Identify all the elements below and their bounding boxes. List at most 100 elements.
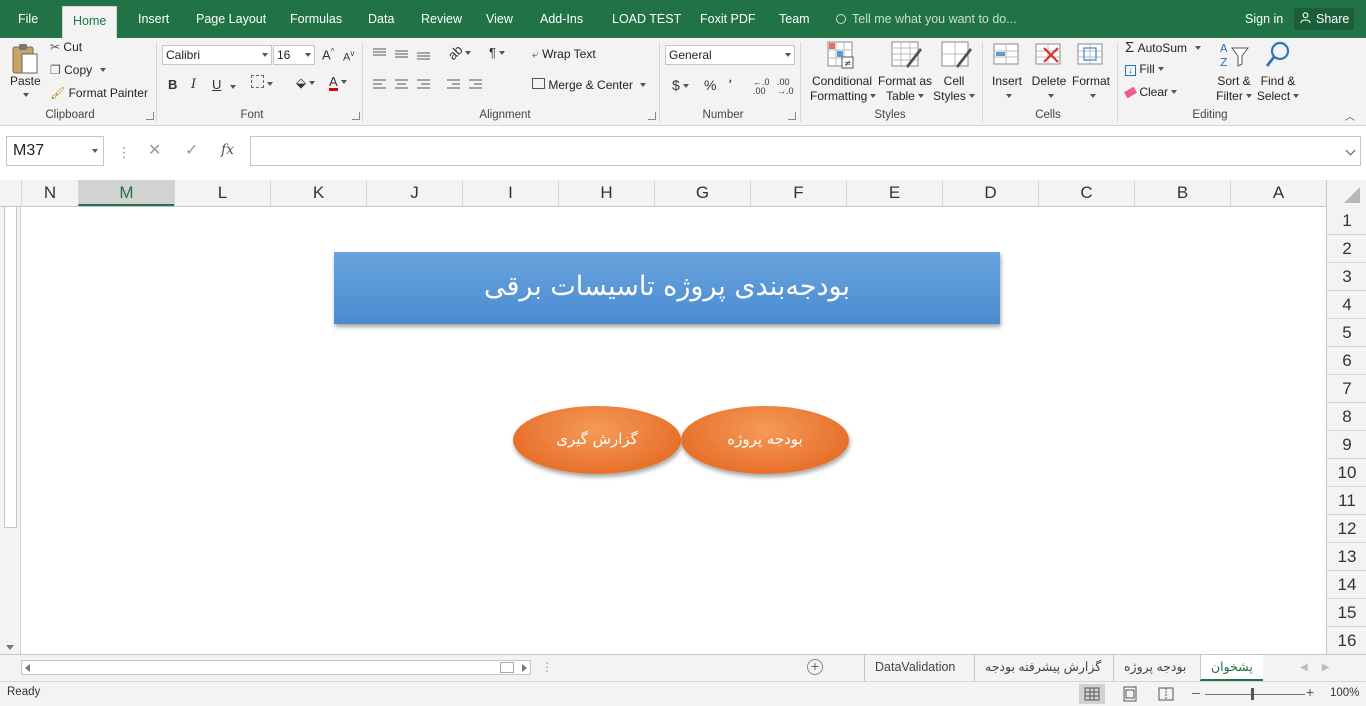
zoom-in-button[interactable]: + (1306, 684, 1314, 700)
sheet-nav-arrows-icon[interactable]: ◀▶ (1300, 662, 1343, 673)
paste-dropdown[interactable] (20, 88, 29, 102)
tab-team[interactable]: Team (769, 0, 820, 38)
horizontal-scrollbar[interactable] (21, 660, 531, 675)
currency-button[interactable]: $ (672, 77, 689, 93)
format-button[interactable]: Format (1070, 74, 1112, 104)
row-header[interactable]: 15 (1327, 599, 1366, 627)
sheet-tab-project-budget[interactable]: بودجه پروژه (1113, 655, 1196, 681)
font-family-combo[interactable]: Calibri (162, 45, 272, 65)
row-header[interactable]: 9 (1327, 431, 1366, 459)
number-format-combo[interactable]: General (665, 45, 795, 65)
column-header-f[interactable]: F (750, 180, 846, 206)
row-header[interactable]: 5 (1327, 319, 1366, 347)
column-header-h[interactable]: H (558, 180, 654, 206)
row-header[interactable]: 13 (1327, 543, 1366, 571)
name-box[interactable]: M37 (6, 136, 104, 166)
insert-function-icon[interactable]: fx (221, 142, 234, 158)
cell-styles-button[interactable]: Cell Styles (932, 74, 976, 104)
indent-icons[interactable] (446, 78, 486, 92)
comma-button[interactable]: ٬ (728, 77, 732, 94)
row-header[interactable]: 14 (1327, 571, 1366, 599)
format-painter-button[interactable]: 🖌 Format Painter (50, 86, 148, 100)
clear-button[interactable]: Clear (1123, 85, 1178, 99)
paste-button[interactable]: Paste (10, 74, 41, 88)
grow-font-button[interactable]: A^ (322, 47, 334, 62)
tab-home[interactable]: Home (62, 6, 118, 38)
zoom-slider[interactable] (1205, 694, 1305, 695)
sheet-tab-datavalidation[interactable]: DataValidation (864, 655, 965, 681)
underline-button[interactable]: U (212, 77, 221, 92)
page-break-view-button[interactable] (1153, 684, 1179, 704)
column-header-d[interactable]: D (942, 180, 1038, 206)
row-header[interactable]: 7 (1327, 375, 1366, 403)
column-header-c[interactable]: C (1038, 180, 1134, 206)
decrease-decimal-button[interactable]: .00 →.0 (777, 78, 794, 96)
project-budget-button[interactable]: بودجه پروژه (681, 406, 849, 474)
tell-me-search[interactable]: Tell me what you want to do... (836, 0, 1017, 38)
tab-file[interactable]: File (8, 0, 48, 38)
scroll-right-icon[interactable] (522, 664, 527, 672)
scroll-down-icon[interactable] (6, 645, 14, 650)
tab-foxit-pdf[interactable]: Foxit PDF (690, 0, 766, 38)
fill-button[interactable]: ↓ Fill (1125, 62, 1164, 76)
clipboard-launcher-icon[interactable] (146, 112, 154, 120)
zoom-out-button[interactable]: – (1192, 684, 1200, 700)
scroll-left-icon[interactable] (25, 664, 30, 672)
sheet-tab-dashboard[interactable]: پشخوان (1200, 655, 1263, 681)
borders-button[interactable] (251, 75, 273, 91)
orientation-button[interactable]: ab (445, 42, 472, 63)
vertical-scrollbar[interactable] (0, 180, 21, 654)
sign-in-link[interactable]: Sign in (1245, 0, 1283, 38)
find-select-button[interactable]: Find & Select (1256, 74, 1300, 104)
underline-dropdown[interactable] (227, 80, 236, 94)
row-header[interactable]: 3 (1327, 263, 1366, 291)
row-header[interactable]: 6 (1327, 347, 1366, 375)
tab-add-ins[interactable]: Add-Ins (530, 0, 593, 38)
report-button[interactable]: گزارش گیری (513, 406, 681, 474)
tab-data[interactable]: Data (358, 0, 404, 38)
column-header-i[interactable]: I (462, 180, 558, 206)
sort-filter-button[interactable]: Sort & Filter (1214, 74, 1254, 104)
font-launcher-icon[interactable] (352, 112, 360, 120)
column-header-k[interactable]: K (270, 180, 366, 206)
fill-color-button[interactable]: ⬙ (296, 75, 315, 91)
percent-button[interactable]: % (704, 77, 716, 93)
insert-button[interactable]: Insert (988, 74, 1026, 104)
enter-check-icon[interactable]: ✓ (185, 140, 198, 160)
alignment-launcher-icon[interactable] (648, 112, 656, 120)
formula-input[interactable] (250, 136, 1361, 166)
format-as-table-button[interactable]: Format as Table (876, 74, 934, 104)
number-launcher-icon[interactable] (788, 112, 796, 120)
tab-split-grip-icon[interactable]: ⋮ (541, 660, 553, 674)
wrap-text-button[interactable]: ⤶ Wrap Text (532, 47, 596, 62)
tab-insert[interactable]: Insert (128, 0, 179, 38)
column-header-e[interactable]: E (846, 180, 942, 206)
row-header[interactable]: 10 (1327, 459, 1366, 487)
add-sheet-button[interactable]: + (807, 659, 823, 675)
tab-formulas[interactable]: Formulas (280, 0, 352, 38)
share-button[interactable]: Share (1294, 8, 1354, 30)
tab-load-test[interactable]: LOAD TEST (602, 0, 691, 38)
collapse-ribbon-button[interactable]: ︿ (1345, 108, 1355, 123)
worksheet-area[interactable]: بودجه‌بندی پروژه تاسیسات برقی گزارش گیری… (21, 207, 1326, 654)
page-layout-view-button[interactable] (1117, 684, 1143, 704)
tab-view[interactable]: View (476, 0, 523, 38)
horizontal-align-icons[interactable] (372, 78, 432, 92)
normal-view-button[interactable] (1079, 684, 1105, 704)
cancel-icon[interactable]: ✕ (148, 140, 161, 160)
paste-icon[interactable] (10, 42, 40, 76)
tab-page-layout[interactable]: Page Layout (186, 0, 276, 38)
row-header[interactable]: 1 (1327, 207, 1366, 235)
cut-button[interactable]: ✂ Cut (50, 40, 82, 54)
column-header-j[interactable]: J (366, 180, 462, 206)
column-header-g[interactable]: G (654, 180, 750, 206)
column-header-b[interactable]: B (1134, 180, 1230, 206)
text-direction-button[interactable]: ¶ (489, 45, 505, 60)
font-color-button[interactable]: A (329, 74, 347, 91)
italic-button[interactable]: I (191, 77, 196, 92)
vertical-scroll-thumb[interactable] (4, 198, 17, 528)
increase-decimal-button[interactable]: ←.0.00 (753, 78, 770, 96)
sheet-tab-advanced-budget-report[interactable]: گزارش پیشرفته بودجه (974, 655, 1111, 681)
column-header-n[interactable]: N (21, 180, 78, 206)
column-header-m[interactable]: M (78, 180, 174, 206)
